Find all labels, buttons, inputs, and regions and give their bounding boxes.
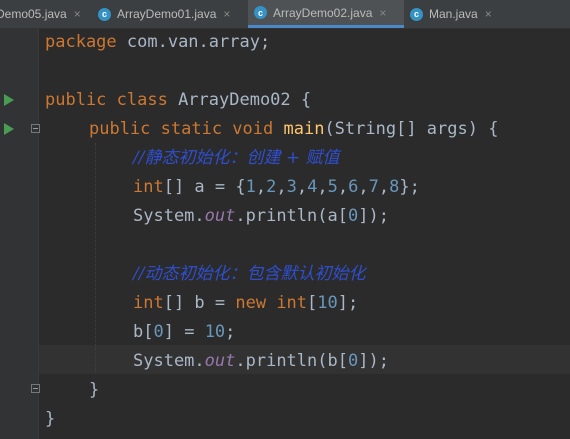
code-text: [	[307, 293, 318, 313]
tab-arraydemo02[interactable]: c ArrayDemo02.java ×	[248, 0, 404, 28]
keyword: public class	[45, 90, 168, 110]
tab-arraydemo01[interactable]: c ArrayDemo01.java ×	[98, 0, 246, 28]
static-field: out	[204, 206, 236, 226]
tab-man[interactable]: c Man.java ×	[410, 0, 510, 28]
number: 1	[245, 177, 256, 197]
tab-label: Demo05.java	[0, 7, 67, 21]
code-line-13[interactable]: }	[89, 376, 99, 405]
code-text: ,	[317, 177, 328, 197]
code-text: ,	[276, 177, 287, 197]
number: 3	[286, 177, 297, 197]
code-text: ,	[337, 177, 349, 197]
code-text: ,	[378, 177, 390, 197]
code-line-14[interactable]: }	[45, 405, 55, 434]
code-text: b[	[133, 322, 154, 342]
code-text: };	[399, 177, 420, 197]
code-text: [] a = {	[163, 177, 246, 197]
editor-gutter	[0, 29, 38, 439]
code-text: ,	[358, 177, 369, 197]
code-text: ,	[296, 177, 308, 197]
close-icon[interactable]: ×	[379, 6, 386, 20]
fold-icon[interactable]	[31, 384, 40, 393]
number: 0	[153, 322, 164, 342]
number: 8	[389, 177, 400, 197]
code-line-11[interactable]: b[0] = 10;	[133, 318, 235, 347]
close-icon[interactable]: ×	[223, 7, 230, 21]
java-class-icon: c	[98, 7, 111, 21]
number: 5	[327, 177, 338, 197]
code-text: ] =	[163, 322, 205, 342]
run-class-icon[interactable]	[4, 94, 14, 106]
number: 7	[368, 177, 379, 197]
code-line-12[interactable]: System.out.println(b[0]);	[133, 347, 389, 376]
tab-label: Man.java	[429, 7, 478, 21]
keyword: int	[133, 177, 164, 197]
static-field: out	[204, 351, 236, 371]
code-text: ;	[225, 322, 236, 342]
fold-icon[interactable]	[31, 124, 40, 133]
close-icon[interactable]: ×	[485, 7, 492, 21]
code-line-10[interactable]: int[] b = new int[10];	[133, 289, 358, 318]
code-text: [] b =	[163, 293, 236, 313]
number: 0	[347, 206, 359, 226]
indent-guide	[95, 143, 96, 373]
tab-label: ArrayDemo01.java	[117, 7, 217, 21]
code-text: ]);	[358, 351, 389, 371]
run-main-icon[interactable]	[4, 123, 14, 135]
code-comment-static-init: //静态初始化：创建 + 赋值	[133, 148, 340, 168]
number: 2	[266, 177, 277, 197]
code-text: ]);	[358, 206, 389, 226]
code-text: ];	[337, 293, 359, 313]
gutter-divider	[38, 29, 39, 439]
java-class-icon: c	[410, 7, 423, 21]
keyword: public static void	[89, 119, 274, 139]
code-line-4[interactable]: public static void main(String[] args) {	[89, 115, 498, 144]
tab-label: ArrayDemo02.java	[273, 5, 373, 20]
java-class-icon: c	[254, 6, 267, 19]
keyword: new int	[235, 293, 308, 313]
code-text: System.	[133, 206, 205, 226]
keyword: int	[133, 293, 164, 313]
number: 10	[204, 322, 226, 342]
class-declaration: ArrayDemo02 {	[167, 90, 312, 110]
code-text: .println(b[	[235, 351, 348, 371]
method-name: main	[283, 119, 325, 139]
code-line-1[interactable]: package com.van.array;	[45, 28, 270, 57]
code-text: ,	[255, 177, 267, 197]
number: 0	[347, 351, 359, 371]
code-text: System.	[133, 351, 205, 371]
method-params: (String[] args) {	[324, 119, 499, 139]
number: 10	[317, 293, 338, 313]
code-line-3[interactable]: public class ArrayDemo02 {	[45, 86, 311, 115]
number: 6	[348, 177, 359, 197]
tab-demo05[interactable]: Demo05.java ×	[0, 0, 88, 28]
code-line-6[interactable]: int[] a = {1,2,3,4,5,6,7,8};	[133, 173, 420, 202]
package-name: com.van.array;	[116, 32, 271, 52]
editor-tab-bar: Demo05.java × c ArrayDemo01.java × c Arr…	[0, 0, 570, 29]
code-line-7[interactable]: System.out.println(a[0]);	[133, 202, 389, 231]
number: 4	[307, 177, 318, 197]
close-icon[interactable]: ×	[74, 7, 81, 21]
keyword: package	[45, 32, 117, 52]
code-text: .println(a[	[235, 206, 348, 226]
code-comment-dynamic-init: //动态初始化：包含默认初始化	[133, 264, 366, 284]
